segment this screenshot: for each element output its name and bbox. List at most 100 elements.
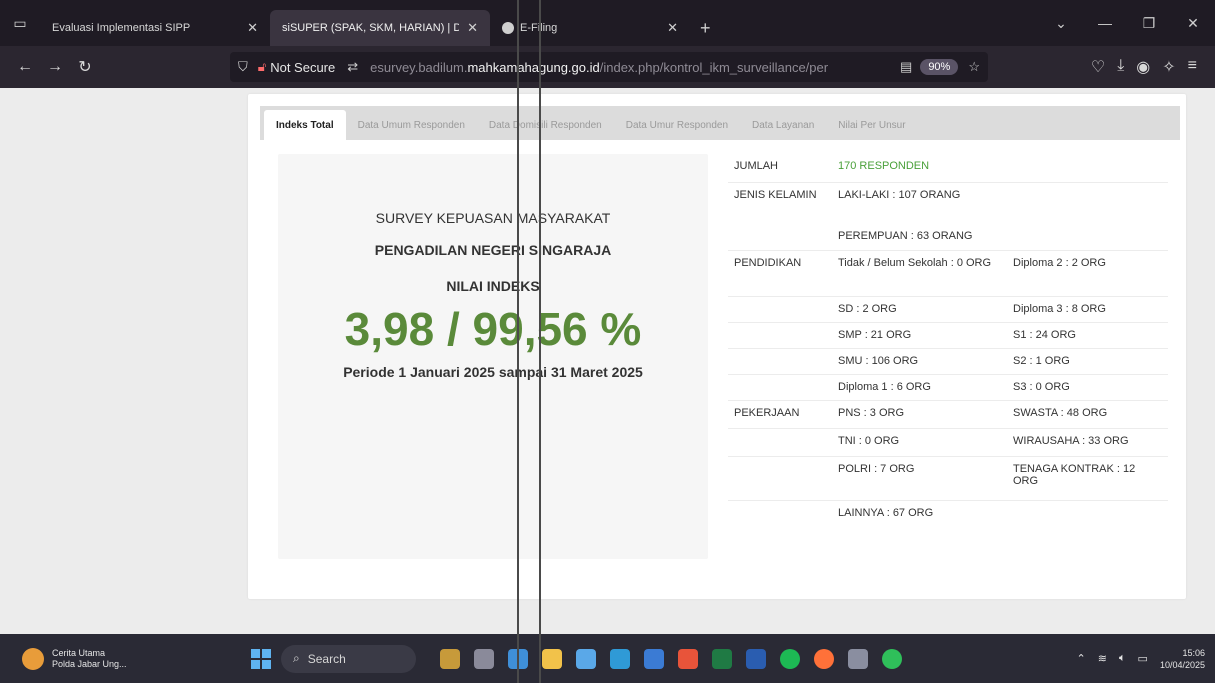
extensions-icon[interactable]: ✧ [1162,57,1175,77]
word-icon[interactable] [746,648,766,669]
close-icon[interactable]: ✕ [667,20,678,36]
stat-value: POLRI : 7 ORG [838,463,915,475]
wifi-icon[interactable]: ≋ [1098,652,1107,665]
settings-icon[interactable] [848,648,868,669]
news-widget[interactable]: Cerita Utama Polda Jabar Ung... [0,647,245,670]
stat-value: Diploma 1 : 6 ORG [838,381,931,393]
pocket-icon[interactable]: ♡ [1091,57,1105,77]
back-icon[interactable]: ← [10,58,40,76]
browser-tab-title: siSUPER (SPAK, SKM, HARIAN) | Da [282,22,460,34]
zoom-level[interactable]: 90% [920,59,959,75]
browser-nav-bar: ← → ↻ ⛉ 🔓︎ Not Secure ⇄ esurvey.badilum.… [0,46,1215,88]
browser-tab-efiling[interactable]: E-Filing ✕ [490,10,690,46]
report-tabs: Indeks Total Data Umum Responden Data Do… [260,106,1180,140]
stat-label: JUMLAH [734,160,779,172]
scan-artifact-line [517,0,519,683]
clock-date: 10/04/2025 [1159,659,1205,670]
weather-icon [22,647,44,670]
firefox-icon[interactable] [814,648,834,669]
table-row: SD : 2 ORG Diploma 3 : 8 ORG [728,296,1168,322]
tab-data-domisili[interactable]: Data Domisili Responden [477,110,614,140]
battery-icon[interactable]: ▭ [1138,652,1148,665]
table-row: JENIS KELAMIN LAKI-LAKI : 107 ORANG [728,182,1168,224]
edge-icon[interactable] [610,648,630,669]
pinned-apps [440,648,902,669]
not-secure-lock-icon[interactable]: 🔓︎ [258,59,266,75]
clock[interactable]: 15:06 10/04/2025 [1160,647,1205,671]
scan-artifact-line [539,0,541,683]
tab-data-layanan[interactable]: Data Layanan [740,110,826,140]
volume-icon[interactable]: 🔈︎ [1119,652,1126,665]
permissions-icon[interactable]: ⇄ [347,59,358,75]
spotify-icon[interactable] [780,648,800,669]
file-explorer-icon[interactable] [542,648,562,669]
stat-value: TENAGA KONTRAK : 12 ORG [1013,463,1136,487]
stat-label: PEKERJAAN [734,407,800,419]
stat-value: S1 : 24 ORG [1013,329,1076,341]
news-title: Cerita Utama [52,647,106,658]
chevron-up-icon[interactable]: ⌃ [1077,652,1086,665]
table-row: TNI : 0 ORG WIRAUSAHA : 33 ORG [728,428,1168,456]
store-icon[interactable] [644,648,664,669]
download-icon[interactable]: ⤓ [1117,57,1124,77]
forward-icon[interactable]: → [40,58,70,76]
taskbar-search[interactable]: ⌕ Search [281,644,416,673]
whatsapp-icon[interactable] [882,648,902,669]
index-label: NILAI INDEKS [446,278,540,294]
tab-data-umum[interactable]: Data Umum Responden [346,110,477,140]
stat-value: PEREMPUAN : 63 ORANG [838,230,973,242]
menu-icon[interactable]: ≡ [1188,57,1197,77]
stat-value: WIRAUSAHA : 33 ORG [1013,435,1129,447]
restore-icon[interactable]: ❐ [1127,15,1171,32]
ikm-card: Indeks Total Data Umum Responden Data Do… [248,94,1186,599]
close-icon[interactable]: ✕ [247,20,258,36]
browser-tab-sisuper[interactable]: siSUPER (SPAK, SKM, HARIAN) | Da ✕ [270,10,490,46]
bookmark-star-icon[interactable]: ☆ [968,59,980,75]
new-tab-button[interactable]: + [690,10,721,46]
tab-list-icon[interactable]: ▭ [0,0,40,46]
table-row: PENDIDIKAN Tidak / Belum Sekolah : 0 ORG… [728,250,1168,296]
search-icon: ⌕ [293,651,300,665]
shield-icon[interactable]: ⛉ [238,59,248,75]
account-icon[interactable]: ◉ [1136,57,1150,77]
table-row: JUMLAH 170 RESPONDEN [728,154,1168,182]
stat-label: PENDIDIKAN [734,257,802,269]
widget-app-icon[interactable] [440,648,460,669]
stat-value: SMU : 106 ORG [838,355,919,367]
efiling-favicon-icon [502,22,514,34]
tab-nilai-per-unsur[interactable]: Nilai Per Unsur [826,110,917,140]
index-summary-panel: SURVEY KEPUASAN MASYARAKAT PENGADILAN NE… [278,154,708,559]
survey-title: SURVEY KEPUASAN MASYARAKAT [375,210,611,226]
url-text[interactable]: esurvey.badilum.mahkamahagung.go.id/inde… [370,60,892,75]
minimize-icon[interactable]: — [1083,15,1127,31]
tab-data-umur[interactable]: Data Umur Responden [614,110,740,140]
chrome-icon[interactable] [576,648,596,669]
stat-value: SWASTA : 48 ORG [1013,407,1108,419]
windows-taskbar: Cerita Utama Polda Jabar Ung... ⌕ Search… [0,634,1215,683]
table-row: Diploma 1 : 6 ORG S3 : 0 ORG [728,374,1168,400]
window-close-icon[interactable]: ✕ [1171,15,1215,32]
page-viewport: Indeks Total Data Umum Responden Data Do… [0,88,1215,634]
excel-icon[interactable] [712,648,732,669]
browser-tab-sipp[interactable]: Evaluasi Implementasi SIPP ✕ [40,10,270,46]
url-bar[interactable]: ⛉ 🔓︎ Not Secure ⇄ esurvey.badilum.mahkam… [230,52,988,82]
stat-value: LAKI-LAKI : 107 ORANG [838,189,961,201]
stat-label: JENIS KELAMIN [734,189,817,201]
browser-tab-bar: ▭ Evaluasi Implementasi SIPP ✕ siSUPER (… [0,0,1215,46]
clock-time: 15:06 [1182,647,1205,658]
tab-indeks-total[interactable]: Indeks Total [264,110,346,140]
reader-view-icon[interactable]: ▤ [900,59,912,75]
windows-start-icon[interactable] [251,648,271,669]
table-row: LAINNYA : 67 ORG [728,500,1168,528]
stat-value: Tidak / Belum Sekolah : 0 ORG [838,257,992,269]
security-label[interactable]: Not Secure [270,60,335,75]
close-icon[interactable]: ✕ [467,20,478,36]
browser-tab-title: Evaluasi Implementasi SIPP [52,22,191,34]
stat-value: S2 : 1 ORG [1013,355,1070,367]
reload-icon[interactable]: ↻ [70,57,100,77]
stat-value: S3 : 0 ORG [1013,381,1070,393]
task-view-icon[interactable] [474,648,494,669]
tab-overflow-chevron-icon[interactable]: ⌄ [1039,15,1083,32]
chrome-app-icon[interactable] [678,648,698,669]
table-row: PEKERJAAN PNS : 3 ORG SWASTA : 48 ORG [728,400,1168,428]
